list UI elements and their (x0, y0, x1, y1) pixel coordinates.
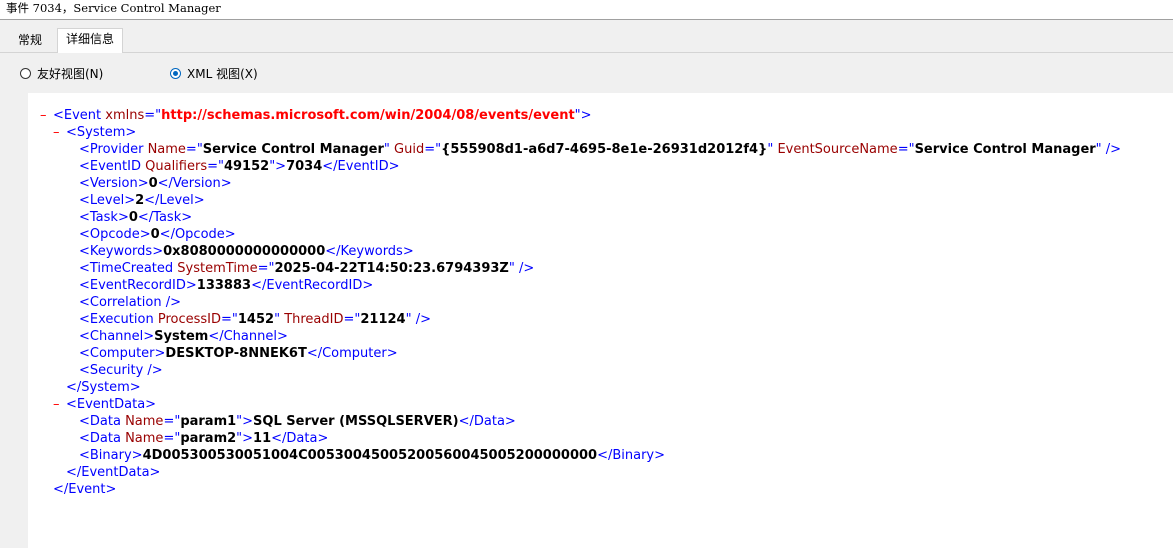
param2-name-value: param2 (180, 431, 237, 446)
xml-event-close: </Event> (53, 482, 117, 497)
provider-guid-value: {555908d1-a6d7-4695-8e1e-26931d2012f4} (441, 142, 768, 157)
tab-general[interactable]: 常规 (10, 31, 50, 51)
xml-event-open: – <Event xmlns="http://schemas.microsoft.… (40, 107, 592, 124)
xml-system-open: – <System> (53, 124, 137, 141)
tab-strip: 常规 详细信息 (0, 20, 1173, 53)
keywords-value: 0x8080000000000000 (163, 244, 326, 259)
xml-view-label: XML 视图(X) (187, 67, 258, 81)
xml-view-pane[interactable]: – <Event xmlns="http://schemas.microsoft.… (28, 93, 1173, 548)
event-record-id-value: 133883 (196, 278, 252, 293)
window-title: 事件 7034，Service Control Manager (0, 0, 1173, 19)
xml-eventrecordid: <EventRecordID>133883</EventRecordID> (79, 278, 374, 293)
xml-correlation: <Correlation /> (79, 295, 181, 310)
xml-execution: <Execution ProcessID="1452" ThreadID="21… (79, 312, 431, 327)
xml-level: <Level>2</Level> (79, 193, 205, 208)
xml-data-param1: <Data Name="param1">SQL Server (MSSQLSER… (79, 414, 516, 429)
collapse-event-icon[interactable]: – (40, 107, 53, 124)
xml-binary: <Binary>4D005300530051004C00530045005200… (79, 448, 666, 463)
xml-version: <Version>0</Version> (79, 176, 232, 191)
task-value: 0 (128, 210, 138, 225)
event-id-value: 7034 (286, 159, 323, 174)
xml-eventdata-close: </EventData> (66, 465, 161, 480)
xml-data-param2: <Data Name="param2">11</Data> (79, 431, 329, 446)
param1-value: SQL Server (MSSQLSERVER) (253, 414, 459, 429)
xml-security: <Security /> (79, 363, 163, 378)
radio-unchecked-icon (20, 68, 31, 79)
process-id-value: 1452 (237, 312, 275, 327)
friendly-view-label: 友好视图(N) (37, 67, 104, 81)
xml-channel: <Channel>System</Channel> (79, 329, 288, 344)
xml-computer: <Computer>DESKTOP-8NNEK6T</Computer> (79, 346, 398, 361)
tab-details[interactable]: 详细信息 (57, 28, 124, 53)
xml-provider: <Provider Name="Service Control Manager"… (79, 142, 1122, 157)
computer-value: DESKTOP-8NNEK6T (165, 346, 307, 361)
param2-value: 11 (253, 431, 272, 446)
system-time-value: 2025-04-22T14:50:23.6794393Z (274, 261, 509, 276)
xml-eventid: <EventID Qualifiers="49152">7034</EventI… (79, 159, 400, 174)
collapse-eventdata-icon[interactable]: – (53, 396, 66, 413)
friendly-view-radio[interactable]: 友好视图(N) (20, 65, 103, 82)
event-source-name-value: Service Control Manager (914, 142, 1096, 157)
xml-task: <Task>0</Task> (79, 210, 193, 225)
xml-opcode: <Opcode>0</Opcode> (79, 227, 236, 242)
provider-name-value: Service Control Manager (202, 142, 384, 157)
xml-system-close: </System> (66, 380, 141, 395)
param1-name-value: param1 (180, 414, 237, 429)
collapse-system-icon[interactable]: – (53, 124, 66, 141)
level-value: 2 (135, 193, 145, 208)
version-value: 0 (148, 176, 158, 191)
thread-id-value: 21124 (360, 312, 406, 327)
xml-eventdata-open: – <EventData> (53, 396, 157, 413)
radio-checked-icon (170, 68, 181, 79)
qualifiers-value: 49152 (223, 159, 270, 174)
opcode-value: 0 (150, 227, 160, 242)
xml-view-radio[interactable]: XML 视图(X) (170, 65, 258, 82)
xml-keywords: <Keywords>0x8080000000000000</Keywords> (79, 244, 414, 259)
binary-value: 4D005300530051004C0053004500520056004500… (142, 448, 598, 463)
window-title-text: 事件 7034，Service Control Manager (6, 1, 221, 15)
xml-timecreated: <TimeCreated SystemTime="2025-04-22T14:5… (79, 261, 535, 276)
xml-namespace: http://schemas.microsoft.com/win/2004/08… (161, 108, 575, 123)
channel-value: System (154, 329, 209, 344)
